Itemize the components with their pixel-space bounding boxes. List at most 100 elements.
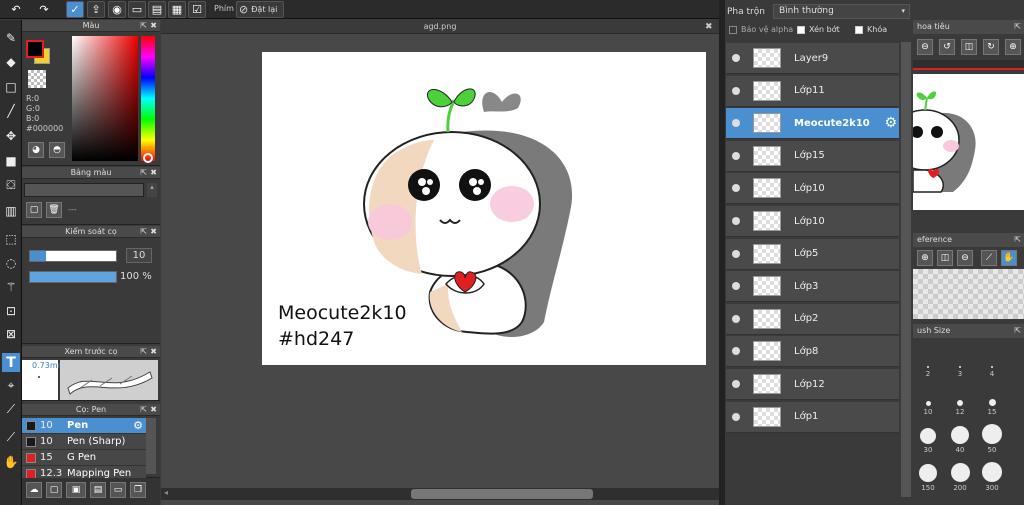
eyedropper-tool-icon[interactable]: ⟋ [2,400,20,419]
checklist-icon[interactable]: ☑ [188,1,206,18]
layer-row[interactable]: Lớp1 [726,401,899,433]
hand-icon[interactable]: ✋ [1001,250,1017,266]
horizontal-scrollbar[interactable]: ◂ [161,488,719,500]
navigator-slider[interactable] [913,60,1024,70]
shortcut-label[interactable]: Phím [214,4,234,13]
brush-size-option[interactable]: 40 [945,422,975,454]
eye-icon[interactable] [732,380,740,388]
fill-rect-tool-icon[interactable]: ■ [2,151,20,170]
color-saturation-picker[interactable] [72,36,138,161]
expand-icon[interactable]: ⇱ [1014,324,1021,338]
palette-swatch-bar[interactable] [24,183,144,197]
hue-handle[interactable] [143,153,153,163]
eye-icon[interactable] [732,86,740,95]
eye-icon[interactable] [732,217,740,225]
select-rect-tool-icon[interactable]: ⬚ [2,229,20,248]
text-tool-icon[interactable]: T [2,353,20,372]
expand-icon[interactable]: ⇱ [140,346,147,358]
layer-row[interactable]: Lớp3 [726,271,899,303]
expand-icon[interactable]: ⇱ [140,20,147,32]
lasso-tool-icon[interactable]: ◌ [2,253,20,272]
brush-options-icon[interactable]: ▣ [66,482,86,498]
zoom-out-icon[interactable]: ⊖ [957,250,973,266]
brush-size-value[interactable]: 10 [126,248,152,263]
layer-row[interactable]: Lớp2 [726,303,899,335]
fit-icon[interactable]: ◫ [937,250,953,266]
transparent-color-swatch[interactable] [28,70,46,88]
gradient-tool-icon[interactable]: ▥ [2,201,20,220]
brush-size-option[interactable]: 10 [913,384,943,416]
check-icon[interactable]: ✓ [66,1,84,18]
horizontal-scroll-thumb[interactable] [411,489,593,499]
lock-checkbox[interactable] [855,26,863,34]
eye-icon[interactable] [732,151,740,160]
eye-icon[interactable] [732,314,740,323]
reset-button[interactable]: ⊘ Đặt lại [236,1,284,18]
eye-icon[interactable] [732,54,740,62]
layer-row[interactable]: Layer9 [726,43,899,74]
close-icon[interactable]: ✖ [150,404,157,416]
redo-icon[interactable]: ↷ [32,1,56,18]
rotate-left-icon[interactable]: ↺ [939,39,955,55]
color-wheel-icon[interactable]: ◓ [49,142,65,158]
operation-tool-icon[interactable]: ⌖ [2,376,20,395]
new-brush-icon[interactable]: ▢ [46,482,62,498]
brush-item[interactable]: 15 G Pen [22,450,146,466]
eye-icon[interactable] [732,412,740,421]
zoom-in-icon[interactable]: ⊕ [1005,39,1021,55]
hand-tool-icon[interactable]: ✋ [2,452,20,471]
clipping-checkbox[interactable] [797,26,805,34]
brush-list-scrollbar[interactable] [146,418,156,474]
select-eraser-tool-icon[interactable]: ⊠ [2,324,20,343]
brush-size-option[interactable]: 12 [945,384,975,416]
layer-row[interactable]: Lớp10 [726,173,899,205]
close-icon[interactable]: ✖ [150,346,157,358]
eye-icon[interactable] [732,282,740,291]
delete-palette-icon[interactable]: 🗑 [46,202,62,218]
layer-row[interactable]: Lớp12 [726,369,899,400]
eye-icon[interactable] [732,249,740,258]
layer-scrollbar[interactable] [901,42,911,497]
layer-row[interactable]: Meocute2k10 ⚙ [726,108,899,140]
close-icon[interactable]: ✖ [150,20,157,32]
brush-size-option[interactable]: 4 [977,346,1007,378]
bucket-tool-icon[interactable]: ⛋ [2,176,20,195]
scroll-left-icon[interactable]: ◂ [164,488,168,497]
brush-size-option[interactable]: 150 [913,460,943,492]
layer-row[interactable]: Lớp8 [726,336,899,368]
protect-alpha-checkbox[interactable] [729,26,737,34]
rotate-right-icon[interactable]: ↻ [983,39,999,55]
rectangle-tool-icon[interactable]: □ [2,77,20,96]
brush-size-option[interactable]: 15 [977,384,1007,416]
brush-item[interactable]: 10 Pen (Sharp) [22,434,146,450]
expand-icon[interactable]: ⇱ [1014,233,1021,247]
share-icon[interactable]: ⇪ [87,1,105,18]
reference-canvas[interactable] [913,269,1024,319]
document-tab[interactable]: agd.png [161,20,719,34]
pipette-tool-icon[interactable]: ⟋ [2,428,20,447]
brush-size-option[interactable]: 30 [913,422,943,454]
layer-row[interactable]: Lớp11 [726,75,899,107]
folder-icon[interactable]: ▭ [110,482,126,498]
close-icon[interactable]: ✖ [150,167,157,179]
opacity-slider[interactable] [29,271,117,283]
document-close-icon[interactable]: ✖ [705,22,713,32]
comment-icon[interactable]: ◉ [108,1,126,18]
drawing-paper[interactable]: Meocute2k10 #hd247 [262,52,706,365]
cloud-icon[interactable]: ☁ [26,482,42,498]
move-tool-icon[interactable]: ✥ [2,126,20,145]
layer-row[interactable]: Lớp10 [726,206,899,237]
copy-icon[interactable]: ❐ [130,482,146,498]
expand-icon[interactable]: ⇱ [140,167,147,179]
zoom-in-icon[interactable]: ⊕ [917,250,933,266]
eye-icon[interactable] [732,347,740,356]
brush-size-option[interactable]: 300 [977,460,1007,492]
grid-icon[interactable]: ▦ [168,1,186,18]
brush-size-option[interactable]: 200 [945,460,975,492]
brush-size-slider[interactable] [29,250,117,262]
brush-item[interactable]: 10 Pen ⚙ [22,418,146,434]
undo-icon[interactable]: ↶ [4,1,28,18]
eye-icon[interactable] [732,184,740,193]
brush-tool-icon[interactable]: ✎ [2,28,20,47]
palette-icon[interactable]: ◕ [28,142,44,158]
